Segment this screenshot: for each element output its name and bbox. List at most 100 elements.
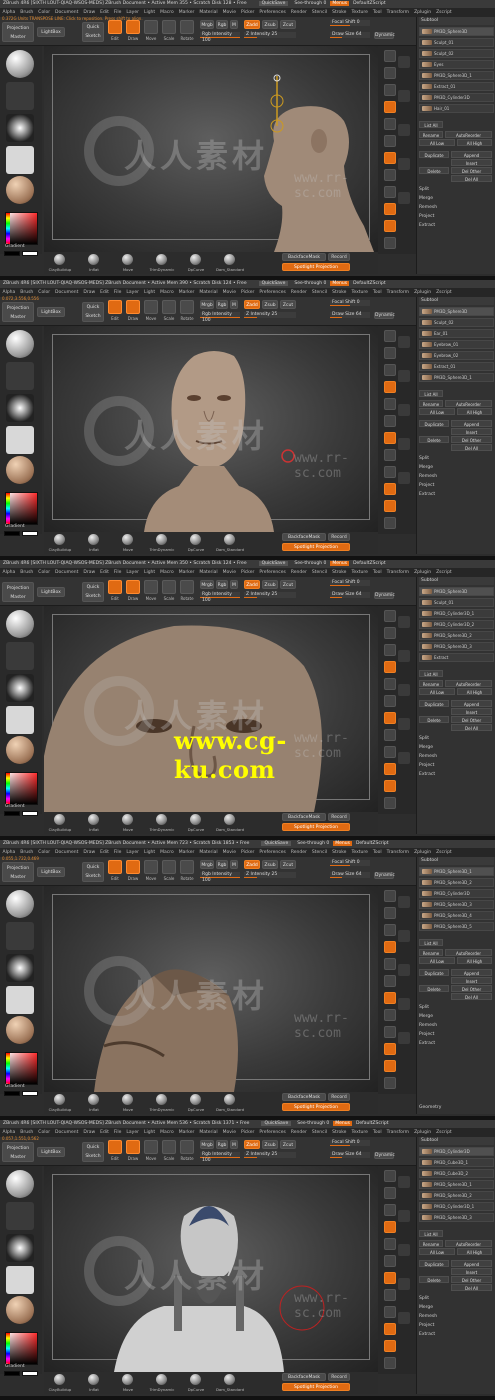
zsub-button[interactable]: Zsub <box>262 300 278 309</box>
texture-icon[interactable] <box>6 986 34 1014</box>
menu-texture[interactable]: Texture <box>351 290 367 295</box>
color-picker[interactable] <box>5 1052 38 1085</box>
subtool-item[interactable]: PM3D_Sphere3D_5 <box>419 922 494 931</box>
brush-dpcurve-icon[interactable] <box>190 1094 201 1105</box>
gradient-label[interactable]: Gradient <box>5 804 25 809</box>
menu-movie[interactable]: Movie <box>223 290 236 295</box>
material-icon[interactable] <box>6 1296 34 1324</box>
subtool-item[interactable]: PM3D_Sphere3D_3 <box>419 642 494 651</box>
menu-render[interactable]: Render <box>291 850 307 855</box>
brush-claybuildup-icon[interactable] <box>54 534 65 545</box>
zsub-button[interactable]: Zsub <box>262 1140 278 1149</box>
brush-dam_standard-icon[interactable] <box>224 534 235 545</box>
menu-render[interactable]: Render <box>291 1130 307 1135</box>
subtool-item[interactable]: Sculpt_01 <box>419 598 494 607</box>
menu-preferences[interactable]: Preferences <box>259 850 285 855</box>
list-all-button[interactable]: List All <box>419 670 443 677</box>
menu-render[interactable]: Render <box>291 10 307 15</box>
right-shelf-actual-button[interactable] <box>384 958 396 970</box>
m-button[interactable]: M <box>230 300 238 309</box>
right-shelf-persp-button[interactable] <box>384 712 396 724</box>
right-shelf-actual-button[interactable] <box>384 118 396 130</box>
brush-move-icon[interactable] <box>122 254 133 265</box>
right-shelf-persp-button[interactable] <box>384 992 396 1004</box>
main-color-swatch[interactable] <box>4 811 20 816</box>
quicksave-button[interactable]: QuickSave <box>258 561 289 566</box>
rgb-button[interactable]: Rgb <box>216 860 228 869</box>
menu-zscript[interactable]: Zscript <box>436 1130 452 1135</box>
zcut-button[interactable]: Zcut <box>280 20 296 29</box>
brush-icon[interactable] <box>6 1170 34 1198</box>
all-high-button[interactable]: All High <box>457 408 492 415</box>
focal-shift-slider[interactable]: Focal Shift 0 <box>330 20 370 26</box>
right-shelf-floor-button[interactable] <box>384 449 396 461</box>
mode-edit-button[interactable] <box>108 860 122 874</box>
stroke-icon[interactable] <box>6 362 34 390</box>
menus-button[interactable]: Menus <box>333 841 352 846</box>
menus-button[interactable]: Menus <box>330 281 350 286</box>
right-shelf-floor-button[interactable] <box>384 169 396 181</box>
menu-picker[interactable]: Picker <box>241 1130 254 1135</box>
draw-size-slider[interactable]: Draw Size 64 <box>330 592 370 598</box>
subtool-item[interactable]: PM3D_Sphere3D_2 <box>419 631 494 640</box>
menu-file[interactable]: File <box>114 570 122 575</box>
menu-draw[interactable]: Draw <box>83 850 95 855</box>
right-shelf-actual-button[interactable] <box>384 1238 396 1250</box>
right-shelf-local-button[interactable] <box>384 466 396 478</box>
mode-rotate-button[interactable] <box>180 1140 194 1154</box>
menu-marker[interactable]: Marker <box>179 1130 195 1135</box>
right-shelf-floor-button[interactable] <box>384 1009 396 1021</box>
right-shelf-aux-button[interactable] <box>398 370 410 382</box>
mode-scale-button[interactable] <box>162 300 176 314</box>
draw-size-slider[interactable]: Draw Size 64 <box>330 32 370 38</box>
mode-draw-button[interactable] <box>126 860 140 874</box>
hue-strip[interactable] <box>6 493 10 524</box>
focal-shift-slider[interactable]: Focal Shift 0 <box>330 580 370 586</box>
zcut-button[interactable]: Zcut <box>280 300 296 309</box>
lightbox-button[interactable]: LightBox <box>37 587 65 597</box>
z-intensity-slider[interactable]: Z Intensity 25 <box>244 1152 296 1158</box>
right-shelf-aux-button[interactable] <box>398 998 410 1010</box>
rename-button[interactable]: Rename <box>419 949 443 956</box>
menu-transform[interactable]: Transform <box>387 850 409 855</box>
mode-rotate-button[interactable] <box>180 300 194 314</box>
stroke-icon[interactable] <box>6 82 34 110</box>
menu-alpha[interactable]: Alpha <box>3 1130 16 1135</box>
menu-tool[interactable]: Tool <box>373 1130 382 1135</box>
subtool-header[interactable]: Subtool <box>419 297 494 305</box>
lightbox-button[interactable]: LightBox <box>37 1147 65 1157</box>
right-shelf-aahalf-button[interactable] <box>384 975 396 987</box>
zcut-button[interactable]: Zcut <box>280 580 296 589</box>
menu-render[interactable]: Render <box>291 290 307 295</box>
material-icon[interactable] <box>6 176 34 204</box>
z-intensity-slider[interactable]: Z Intensity 25 <box>244 32 296 38</box>
z-intensity-slider[interactable]: Z Intensity 25 <box>244 872 296 878</box>
del-other-button[interactable]: Del Other <box>451 167 492 174</box>
quicksave-button[interactable]: QuickSave <box>258 1 289 6</box>
subtool-item[interactable]: PM3D_Sphere3D_1 <box>419 373 494 382</box>
menu-document[interactable]: Document <box>55 290 78 295</box>
right-shelf-lsym-button[interactable] <box>384 203 396 215</box>
insert-button[interactable]: Insert <box>451 708 492 715</box>
all-high-button[interactable]: All High <box>457 957 492 964</box>
append-button[interactable]: Append <box>451 1260 492 1267</box>
geometry-section[interactable]: Geometry <box>419 1105 441 1110</box>
rgb-intensity-slider[interactable]: Rgb Intensity 100 <box>200 1152 240 1163</box>
menu-stencil[interactable]: Stencil <box>312 850 327 855</box>
menu-stroke[interactable]: Stroke <box>332 570 346 575</box>
mode-scale-button[interactable] <box>162 1140 176 1154</box>
gradient-label[interactable]: Gradient <box>5 1364 25 1369</box>
mode-move-button[interactable] <box>144 1140 158 1154</box>
project-section[interactable]: Project <box>419 763 434 768</box>
mode-move-button[interactable] <box>144 860 158 874</box>
right-shelf-local-button[interactable] <box>384 1306 396 1318</box>
material-icon[interactable] <box>6 736 34 764</box>
dynamic-button[interactable]: Dynamic <box>374 32 395 39</box>
right-shelf-aux-button[interactable] <box>398 1312 410 1324</box>
texture-icon[interactable] <box>6 706 34 734</box>
right-shelf-aux-button[interactable] <box>398 930 410 942</box>
right-shelf-bpr-button[interactable] <box>384 890 396 902</box>
subtool-item[interactable]: PM3D_Sphere3D <box>419 27 494 36</box>
subtool-item[interactable]: PM3D_Sphere3D_2 <box>419 878 494 887</box>
brush-dam_standard-icon[interactable] <box>224 254 235 265</box>
